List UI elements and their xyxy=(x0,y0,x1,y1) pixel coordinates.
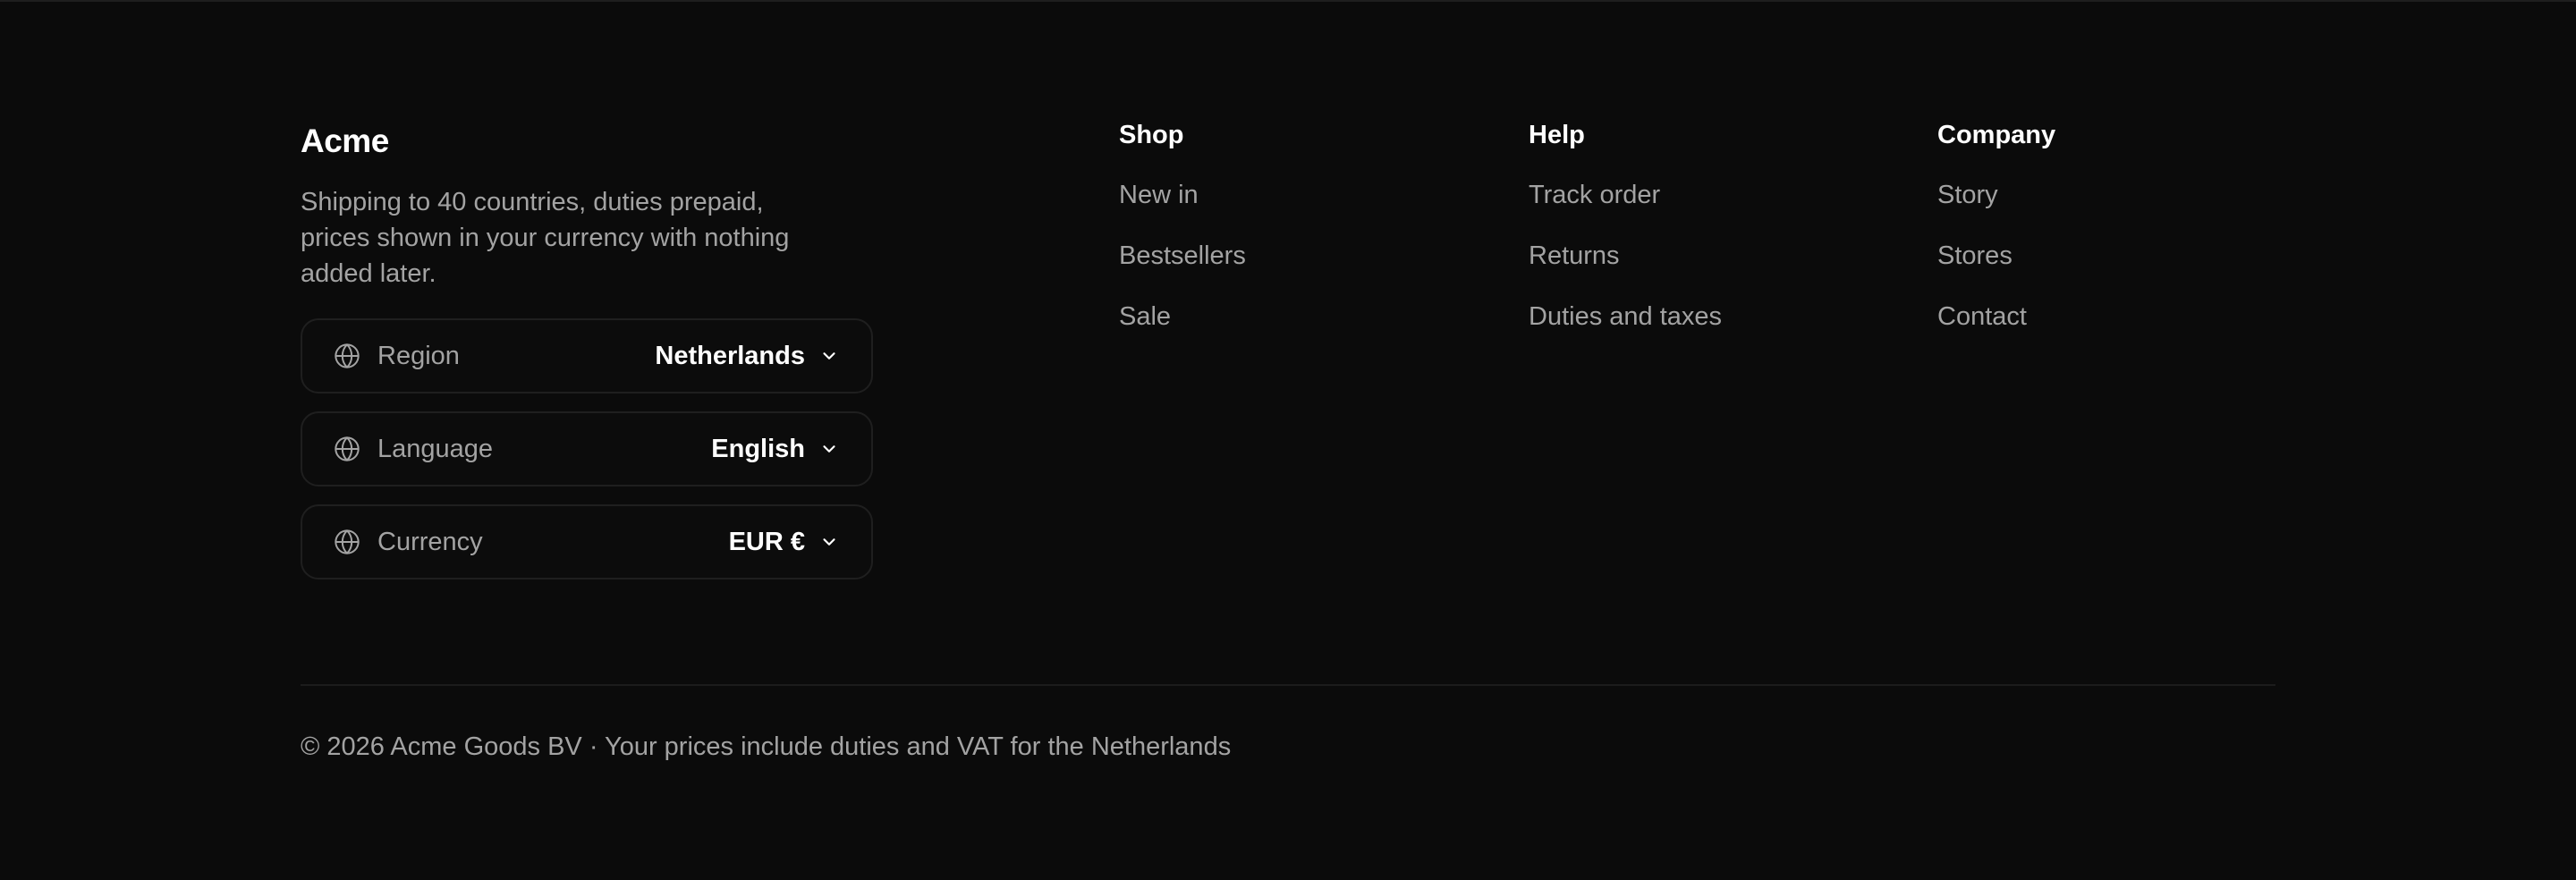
link-bestsellers[interactable]: Bestsellers xyxy=(1119,241,1246,270)
region-selector[interactable]: Region Netherlands xyxy=(301,318,873,393)
list-item: Track order xyxy=(1529,179,1722,211)
language-label: Language xyxy=(377,434,494,463)
brand-logo-text[interactable]: Acme xyxy=(301,118,873,165)
link-track-order[interactable]: Track order xyxy=(1529,181,1660,209)
company-column: Company Story Stores Contact xyxy=(1937,118,2055,361)
link-duties-and-taxes[interactable]: Duties and taxes xyxy=(1529,302,1722,331)
language-value: English xyxy=(711,434,805,463)
shop-column: Shop New in Bestsellers Sale xyxy=(1119,118,1246,361)
footer-divider xyxy=(301,684,2275,686)
help-links: Track order Returns Duties and taxes xyxy=(1529,179,1722,333)
list-item: Story xyxy=(1937,179,2055,211)
globe-icon xyxy=(333,342,361,370)
help-heading: Help xyxy=(1529,121,1585,149)
shop-links: New in Bestsellers Sale xyxy=(1119,179,1246,333)
chevron-down-icon xyxy=(819,439,839,459)
currency-selector[interactable]: Currency EUR € xyxy=(301,504,873,580)
brand-tagline: Shipping to 40 countries, duties prepaid… xyxy=(301,188,790,288)
list-item: Stores xyxy=(1937,240,2055,272)
copyright-text: © 2026 Acme Goods BV · Your prices inclu… xyxy=(301,732,1232,761)
locale-selectors: Region Netherlands Language English Curr… xyxy=(301,318,873,580)
link-stores[interactable]: Stores xyxy=(1937,241,2012,270)
link-story[interactable]: Story xyxy=(1937,181,1998,209)
list-item: New in xyxy=(1119,179,1246,211)
company-links: Story Stores Contact xyxy=(1937,179,2055,333)
globe-icon xyxy=(333,435,361,463)
list-item: Bestsellers xyxy=(1119,240,1246,272)
help-column: Help Track order Returns Duties and taxe… xyxy=(1529,118,1722,361)
link-sale[interactable]: Sale xyxy=(1119,302,1171,331)
brand-column: Acme Shipping to 40 countries, duties pr… xyxy=(301,118,873,597)
link-new-in[interactable]: New in xyxy=(1119,181,1199,209)
globe-icon xyxy=(333,528,361,556)
company-heading: Company xyxy=(1937,121,2056,149)
chevron-down-icon xyxy=(819,532,839,552)
shop-heading: Shop xyxy=(1119,121,1184,149)
chevron-down-icon xyxy=(819,346,839,366)
list-item: Returns xyxy=(1529,240,1722,272)
list-item: Sale xyxy=(1119,300,1246,333)
link-contact[interactable]: Contact xyxy=(1937,302,2027,331)
list-item: Contact xyxy=(1937,300,2055,333)
currency-label: Currency xyxy=(377,527,483,556)
currency-value: EUR € xyxy=(728,527,805,556)
language-selector[interactable]: Language English xyxy=(301,411,873,487)
list-item: Duties and taxes xyxy=(1529,300,1722,333)
region-label: Region xyxy=(377,341,460,370)
link-returns[interactable]: Returns xyxy=(1529,241,1620,270)
region-value: Netherlands xyxy=(655,341,805,370)
site-footer: Acme Shipping to 40 countries, duties pr… xyxy=(301,0,2275,880)
